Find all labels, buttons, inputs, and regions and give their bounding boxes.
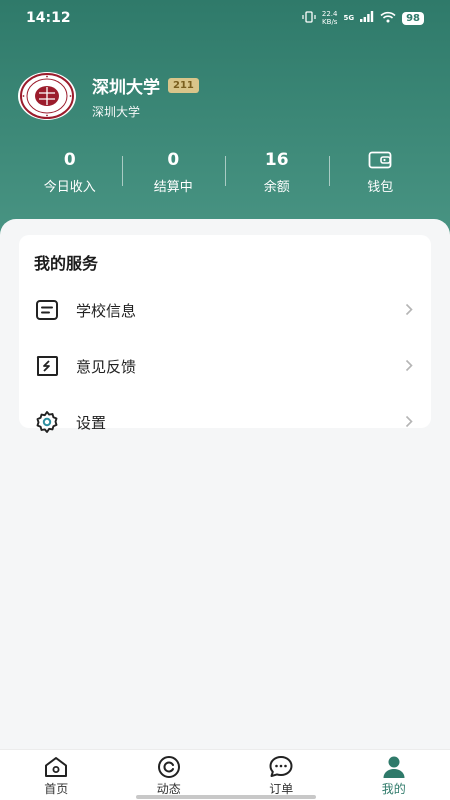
status-bar: 14:12 22.4 KB/s 5G 98: [0, 0, 450, 36]
tab-activity[interactable]: 动态: [113, 750, 226, 800]
menu-item-feedback[interactable]: 意见反馈: [19, 342, 431, 390]
tab-label: 首页: [44, 782, 69, 796]
menu-item-label: 设置: [76, 413, 107, 432]
network-type: 5G: [343, 14, 355, 22]
chat-bubble-icon: [267, 755, 295, 779]
stat-label: 结算中: [153, 179, 193, 195]
wifi-icon: [380, 11, 396, 26]
status-icons: 22.4 KB/s 5G 98: [302, 10, 424, 26]
stat-value: 0: [167, 149, 180, 170]
chevron-right-icon: [405, 301, 413, 320]
wallet-icon: [329, 150, 433, 170]
university-seal-icon: [18, 72, 76, 120]
home-indicator[interactable]: [136, 795, 316, 799]
stat-label: 钱包: [367, 179, 394, 195]
stat-today-income[interactable]: 0 今日收入: [18, 150, 122, 195]
stat-balance[interactable]: 16 余额: [225, 150, 329, 195]
stat-label: 今日收入: [43, 179, 96, 195]
person-icon: [380, 755, 408, 779]
stat-value: 16: [264, 149, 289, 170]
tab-orders[interactable]: 订单: [225, 750, 338, 800]
stat-wallet[interactable]: 钱包: [328, 150, 433, 195]
header-background: [0, 0, 450, 250]
profile-header[interactable]: 深圳大学 211 深圳大学: [18, 72, 199, 120]
stat-settling[interactable]: 0 结算中: [121, 149, 226, 195]
activity-icon: [155, 755, 183, 779]
feedback-icon: [33, 352, 61, 380]
gear-icon: [33, 408, 61, 436]
school-subtitle: 深圳大学: [92, 104, 141, 119]
content-sheet: 我的服务 学校信息 意见反馈 设置: [0, 219, 450, 750]
tab-label: 我的: [381, 782, 406, 796]
chevron-right-icon: [405, 357, 413, 376]
profile-text: 深圳大学 211 深圳大学: [92, 73, 199, 120]
menu-item-label: 学校信息: [76, 301, 137, 320]
vibrate-icon: [302, 10, 316, 26]
stat-value: 0: [63, 149, 76, 170]
bottom-tab-bar: 首页 动态 订单 我的: [0, 749, 450, 800]
stat-label: 余额: [263, 179, 290, 195]
battery-level: 98: [402, 11, 424, 25]
services-card: 我的服务 学校信息 意见反馈 设置: [19, 235, 431, 433]
chevron-right-icon: [405, 413, 413, 432]
signal-icon: [360, 11, 374, 25]
stats-row: 0 今日收入 0 结算中 16 余额 钱包: [18, 149, 433, 195]
tab-home[interactable]: 首页: [0, 750, 113, 800]
tab-mine[interactable]: 我的: [338, 750, 450, 800]
network-speed: 22.4 KB/s: [321, 10, 338, 26]
school-tier-badge: 211: [168, 77, 199, 93]
home-icon: [42, 755, 70, 779]
menu-item-label: 意见反馈: [76, 357, 137, 376]
menu-item-settings[interactable]: 设置: [19, 398, 431, 446]
menu-item-school-info[interactable]: 学校信息: [19, 286, 431, 334]
profile-title-row: 深圳大学 211: [92, 73, 199, 98]
services-title: 我的服务: [34, 254, 99, 273]
school-name: 深圳大学: [92, 77, 160, 98]
document-icon: [33, 296, 61, 324]
status-time: 14:12: [26, 10, 71, 26]
